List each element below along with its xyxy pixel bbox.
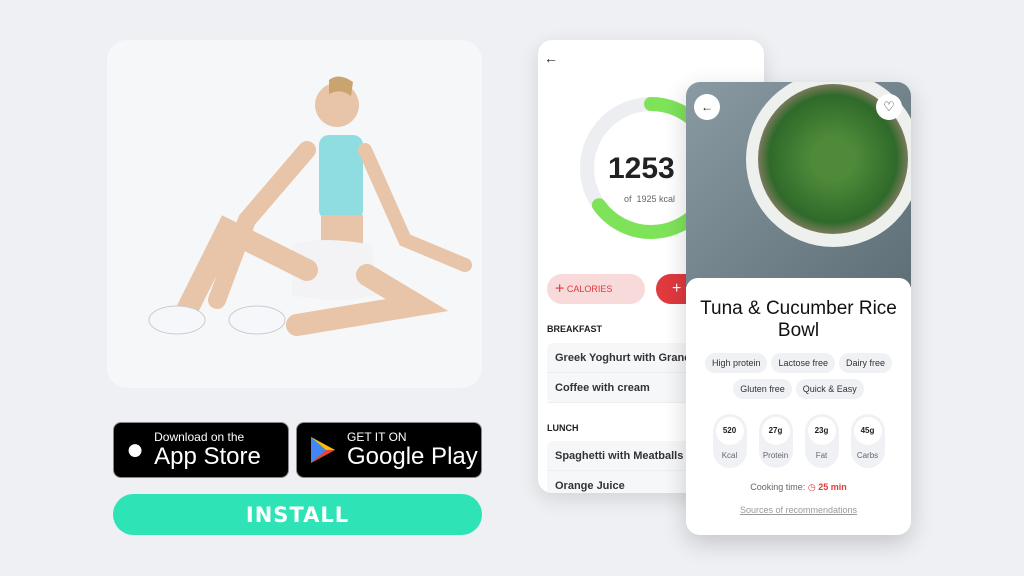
calories-consumed: 1253 xyxy=(608,152,675,185)
back-arrow-icon: ← xyxy=(701,100,713,114)
section-breakfast: BREAKFAST xyxy=(547,324,603,334)
cooking-time-label: Cooking time: xyxy=(750,482,806,492)
plus-icon: + xyxy=(555,280,565,298)
macro-kcal: 520 Kcal xyxy=(712,414,747,468)
macro-value: 45g xyxy=(853,417,882,445)
macro-value: 23g xyxy=(807,417,836,445)
macro-value: 520 xyxy=(715,417,744,445)
appstore-big-text: App Store xyxy=(154,443,261,470)
tag: Quick & Easy xyxy=(795,379,864,399)
calorie-goal: of 1925 kcal xyxy=(624,194,676,204)
back-button[interactable]: ← xyxy=(694,94,720,120)
play-big-text: Google Play xyxy=(347,443,478,470)
recipe-screen: ← ♡ Tuna & Cucumber Rice Bowl High prote… xyxy=(686,82,911,535)
recipe-title: Tuna & Cucumber Rice Bowl xyxy=(700,298,897,341)
google-play-icon xyxy=(311,437,335,463)
appstore-small-text: Download on the xyxy=(154,430,245,444)
heart-icon: ♡ xyxy=(883,99,895,114)
favorite-button[interactable]: ♡ xyxy=(876,94,902,120)
tag: High protein xyxy=(704,353,768,373)
apple-icon: ● xyxy=(126,433,145,466)
hero-photo xyxy=(107,40,482,388)
cooking-time: 25 min xyxy=(818,482,847,492)
macro-protein: 27g Protein xyxy=(758,414,793,468)
macros: 520 Kcal 27g Protein 23g Fat 45g Carbs xyxy=(686,414,911,468)
sources-link[interactable]: Sources of recommendations xyxy=(686,505,911,515)
section-lunch: LUNCH xyxy=(547,423,579,433)
google-play-badge[interactable]: GET IT ON Google Play xyxy=(296,422,482,478)
macro-value: 27g xyxy=(761,417,790,445)
install-button[interactable]: INSTALL xyxy=(113,494,482,535)
add-calories-button[interactable]: + CALORIES xyxy=(547,274,645,304)
fitness-woman-illustration xyxy=(148,76,472,336)
macro-label: Protein xyxy=(762,451,789,460)
macro-carbs: 45g Carbs xyxy=(850,414,885,468)
macro-label: Kcal xyxy=(721,451,738,460)
tag: Dairy free xyxy=(839,353,893,373)
macro-label: Carbs xyxy=(856,451,879,460)
macro-label: Fat xyxy=(815,451,828,460)
tag: Gluten free xyxy=(733,379,792,399)
play-small-text: GET IT ON xyxy=(347,430,407,444)
clock-icon: ◷ xyxy=(807,482,816,492)
recipe-tags: High protein Lactose free Dairy free Gluten… xyxy=(686,350,911,402)
app-store-badge[interactable]: ● Download on the App Store xyxy=(113,422,289,478)
tag: Lactose free xyxy=(771,353,836,373)
macro-fat: 23g Fat xyxy=(804,414,839,468)
back-arrow-icon[interactable]: ← xyxy=(544,50,558,66)
